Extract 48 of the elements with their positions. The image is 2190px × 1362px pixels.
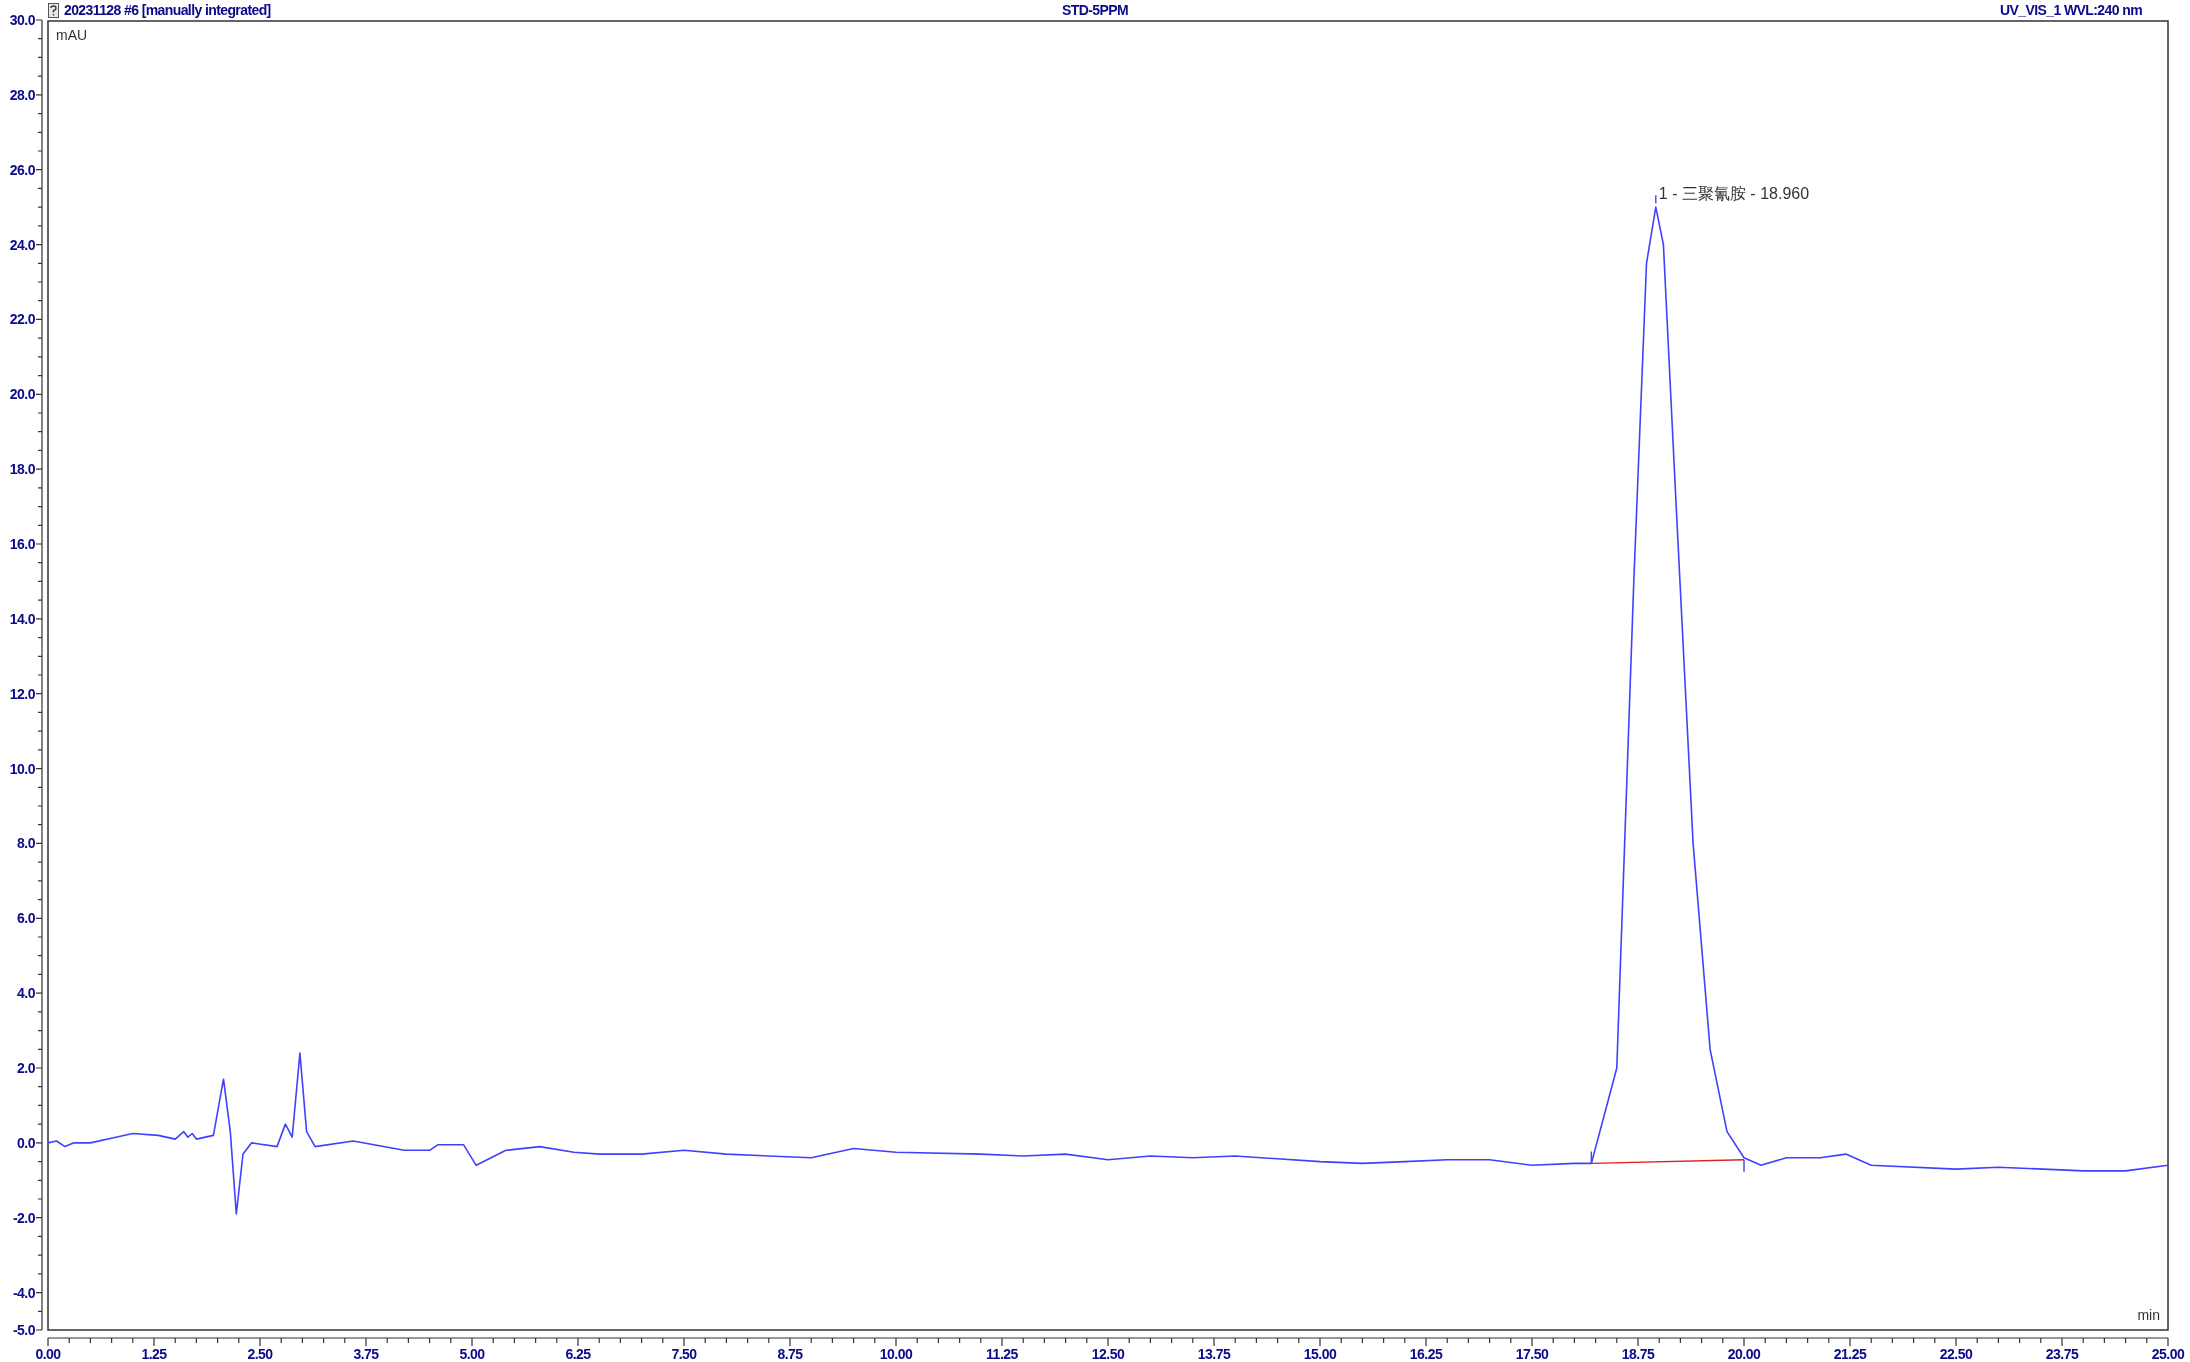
- x-tick-label: 20.00: [1727, 1346, 1761, 1362]
- x-tick-label: 7.50: [671, 1346, 697, 1362]
- x-tick-label: 1.25: [141, 1346, 167, 1362]
- x-tick-label: 17.50: [1515, 1346, 1549, 1362]
- x-tick-label: 13.75: [1197, 1346, 1231, 1362]
- y-tick-label: -5.0: [12, 1322, 35, 1338]
- x-tick-label: 18.75: [1621, 1346, 1655, 1362]
- x-tick-label: 25.00: [2151, 1346, 2185, 1362]
- x-tick-label: 11.25: [986, 1346, 1018, 1362]
- y-tick-label: 4.0: [17, 985, 35, 1002]
- y-axis-label: mAU: [56, 27, 88, 43]
- x-tick-label: 23.75: [2045, 1346, 2079, 1362]
- channel-label: UV_VIS_1 WVL:240 nm: [2000, 2, 2142, 18]
- sample-name: STD-5PPM: [1062, 2, 1128, 18]
- y-tick-label: 20.0: [9, 386, 35, 403]
- y-tick-label: 30.0: [9, 12, 35, 28]
- x-axis-label: min: [2137, 1307, 2160, 1323]
- x-tick-label: 22.50: [1939, 1346, 1973, 1362]
- y-tick-label: 8.0: [17, 835, 35, 852]
- x-tick-label: 15.00: [1303, 1346, 1337, 1362]
- y-tick-label: 14.0: [9, 610, 35, 627]
- x-tick-label: 8.75: [777, 1346, 803, 1362]
- y-tick-label: 6.0: [17, 910, 35, 927]
- x-tick-label: 6.25: [565, 1346, 591, 1362]
- x-tick-label: 12.50: [1091, 1346, 1125, 1362]
- y-tick-label: -2.0: [12, 1209, 35, 1226]
- chromatogram-title: 20231128 #6 [manually integrated]: [64, 2, 271, 18]
- y-tick-label: 12.0: [9, 685, 35, 702]
- x-tick-label: 21.25: [1833, 1346, 1867, 1362]
- y-tick-label: 2.0: [17, 1060, 35, 1076]
- x-tick-label: 5.00: [459, 1346, 485, 1362]
- y-tick-label: 0.0: [17, 1134, 35, 1151]
- y-tick-label: -4.0: [12, 1284, 35, 1301]
- x-tick-label: 3.75: [353, 1346, 379, 1362]
- y-tick-label: 28.0: [9, 86, 35, 103]
- y-tick-label: 10.0: [9, 760, 35, 777]
- x-tick-label: 0.00: [35, 1346, 61, 1362]
- peak-marker: [1655, 194, 1657, 204]
- document-icon: [48, 2, 59, 18]
- y-tick-label: 24.0: [9, 236, 35, 253]
- y-tick-label: 18.0: [9, 461, 35, 478]
- x-tick-label: 10.00: [879, 1346, 913, 1362]
- y-tick-label: 16.0: [9, 536, 35, 552]
- x-tick-label: 2.50: [247, 1346, 273, 1362]
- peak-label: 1 - 三聚氰胺 - 18.960: [1658, 185, 1810, 203]
- y-tick-label: 26.0: [9, 161, 35, 178]
- x-tick-label: 16.25: [1409, 1346, 1443, 1362]
- y-tick-label: 22.0: [9, 311, 35, 328]
